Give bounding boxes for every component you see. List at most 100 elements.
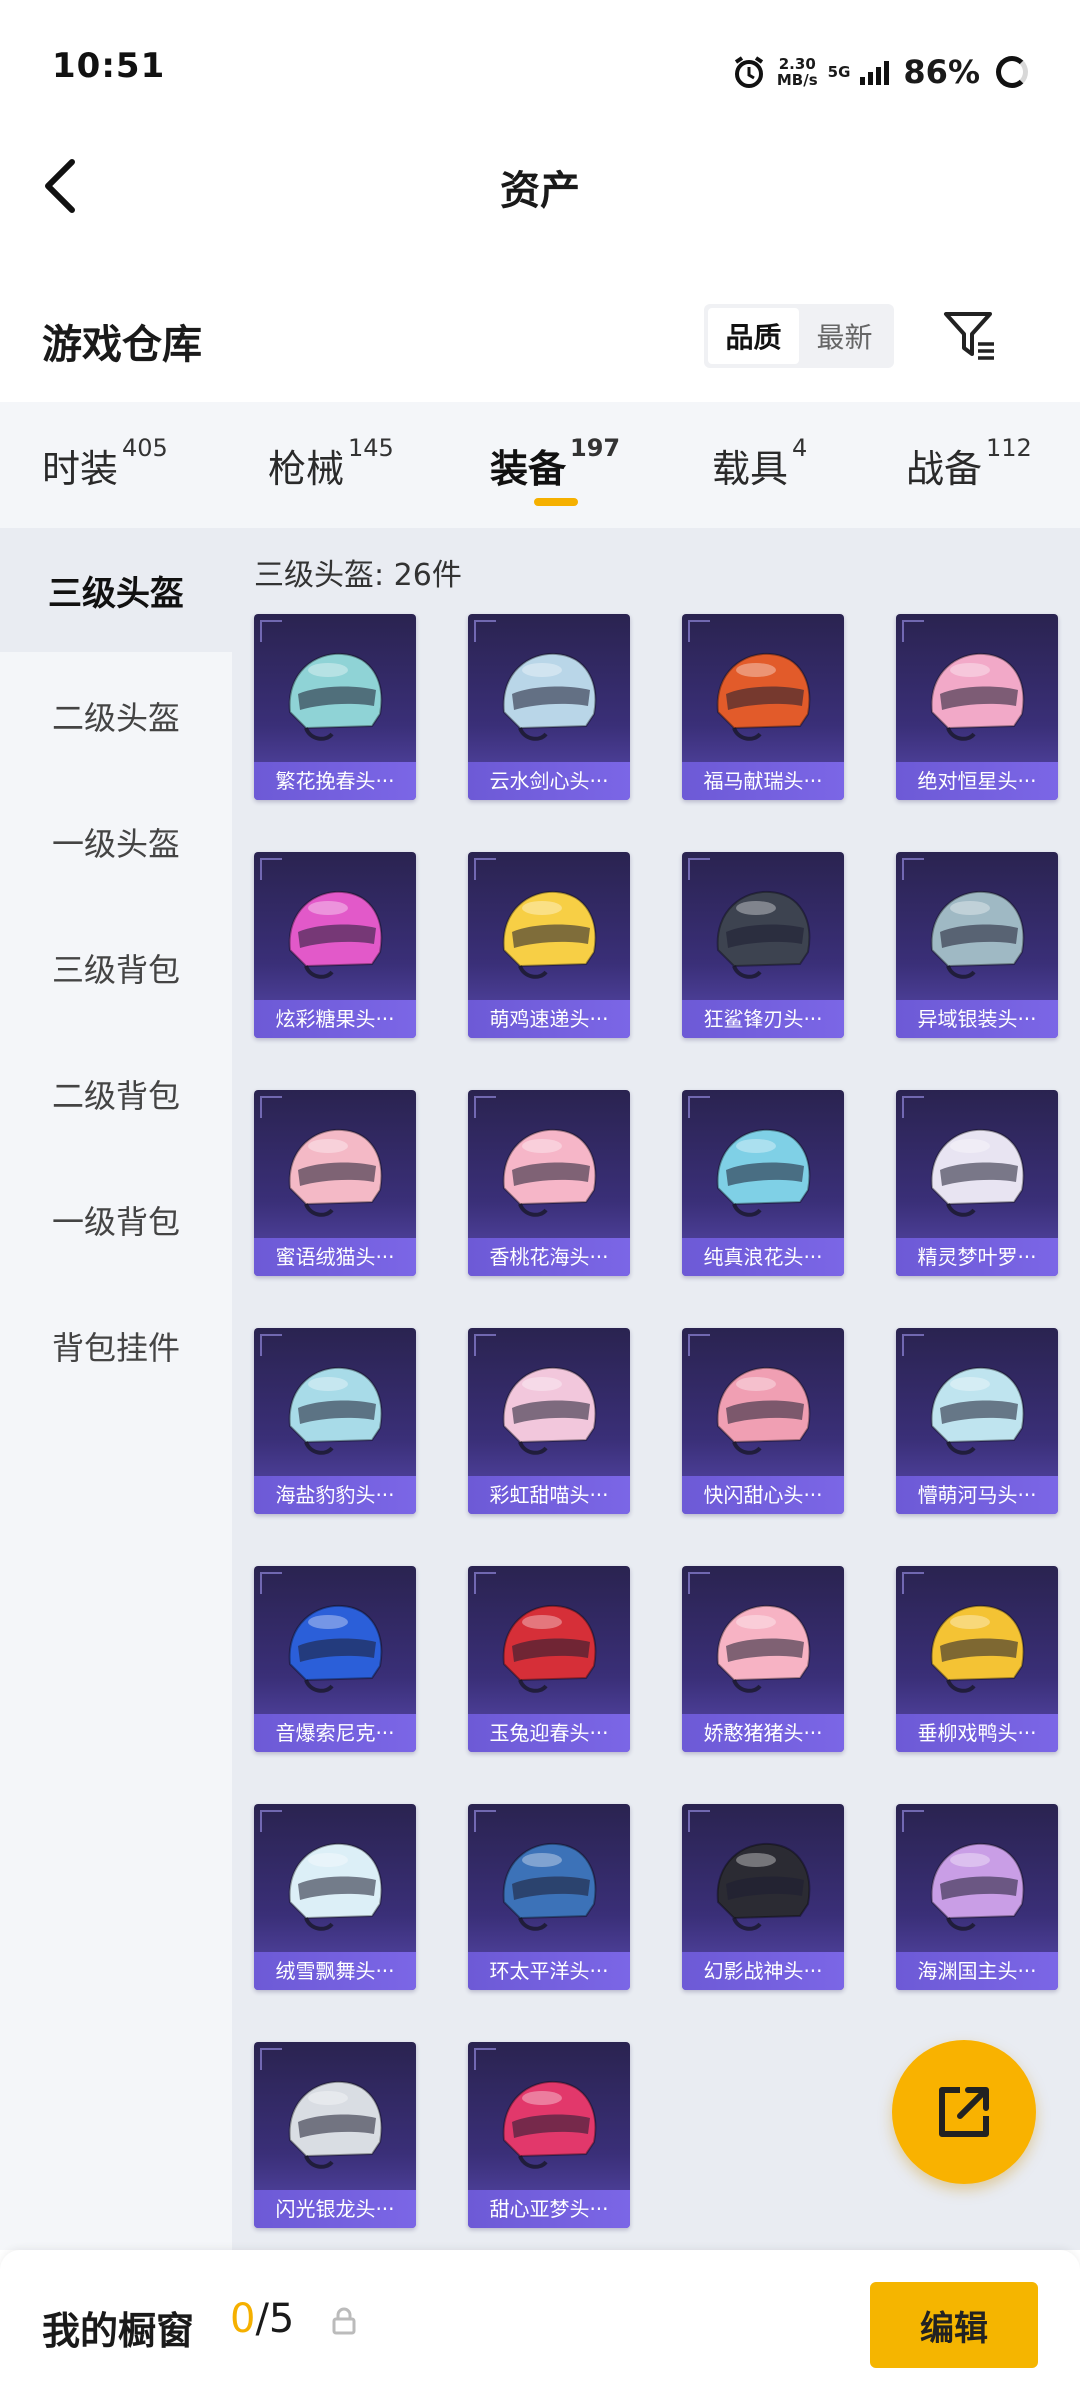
net-speed-unit: MB/s: [776, 71, 818, 89]
item-card[interactable]: 精灵梦叶罗···: [896, 1090, 1058, 1276]
helmet-icon: [288, 1128, 383, 1217]
item-card-name: 云水剑心头···: [468, 762, 630, 800]
helmet-icon: [716, 1128, 811, 1217]
sort-toggle: 品质 最新: [704, 304, 894, 368]
item-card[interactable]: 绒雪飘舞头···: [254, 1804, 416, 1990]
helmet-icon: [930, 1366, 1025, 1455]
item-card[interactable]: 快闪甜心头···: [682, 1328, 844, 1514]
tab-supplies[interactable]: 战备 112: [906, 434, 1032, 493]
item-card-name: 音爆索尼克···: [254, 1714, 416, 1752]
tab-weapons[interactable]: 枪械 145: [268, 434, 394, 493]
item-card[interactable]: 炫彩糖果头···: [254, 852, 416, 1038]
tab-count: 145: [348, 434, 394, 462]
sidebar-item-level3-backpack[interactable]: 三级背包: [0, 906, 232, 1030]
sidebar-item-level2-helmet[interactable]: 二级头盔: [0, 654, 232, 778]
showcase-current: 0: [230, 2296, 256, 2342]
tab-label: 载具: [712, 447, 789, 491]
showcase-label: 我的橱窗: [42, 2309, 195, 2353]
item-card[interactable]: 环太平洋头···: [468, 1804, 630, 1990]
showcase-count: 0/5: [230, 2296, 294, 2342]
item-card[interactable]: 香桃花海头···: [468, 1090, 630, 1276]
share-export-icon: [939, 2087, 989, 2137]
item-card[interactable]: 纯真浪花头···: [682, 1090, 844, 1276]
item-card[interactable]: 狂鲨锋刃头···: [682, 852, 844, 1038]
item-count-label: 三级头盔: 26件: [254, 558, 462, 593]
item-card-name: 懵萌河马头···: [896, 1476, 1058, 1514]
item-card-name: 精灵梦叶罗···: [896, 1238, 1058, 1276]
item-card[interactable]: 海渊国主头···: [896, 1804, 1058, 1990]
item-card[interactable]: 彩虹甜喵头···: [468, 1328, 630, 1514]
alarm-icon: [734, 56, 763, 88]
item-card-name: 福马献瑞头···: [682, 762, 844, 800]
tab-vehicles[interactable]: 载具 4: [712, 434, 807, 493]
item-card[interactable]: 垂柳戏鸭头···: [896, 1566, 1058, 1752]
item-card-name: 异域银装头···: [896, 1000, 1058, 1038]
item-card-name: 甜心亚梦头···: [468, 2190, 630, 2228]
active-tab-indicator: [534, 498, 578, 506]
item-card[interactable]: 蜜语绒猫头···: [254, 1090, 416, 1276]
sidebar-item-level3-helmet[interactable]: 三级头盔: [0, 528, 232, 652]
item-card-name: 纯真浪花头···: [682, 1238, 844, 1276]
item-card[interactable]: 云水剑心头···: [468, 614, 630, 800]
item-card[interactable]: 娇憨猪猪头···: [682, 1566, 844, 1752]
helmet-icon: [502, 1604, 597, 1693]
sort-quality-button[interactable]: 品质: [708, 308, 799, 364]
filter-button[interactable]: [940, 308, 1000, 364]
helmet-icon: [502, 890, 597, 979]
sidebar-item-backpack-pendant[interactable]: 背包挂件: [0, 1284, 232, 1408]
helmet-icon: [288, 890, 383, 979]
item-card-name: 狂鲨锋刃头···: [682, 1000, 844, 1038]
item-card-name: 玉兔迎春头···: [468, 1714, 630, 1752]
tab-label: 时装: [42, 447, 119, 491]
edit-button[interactable]: 编辑: [870, 2282, 1038, 2368]
item-card[interactable]: 异域银装头···: [896, 852, 1058, 1038]
helmet-icon: [288, 652, 383, 741]
item-card-name: 幻影战神头···: [682, 1952, 844, 1990]
item-card-name: 闪光银龙头···: [254, 2190, 416, 2228]
tab-equipment[interactable]: 装备 197: [490, 434, 620, 493]
helmet-icon: [288, 2080, 383, 2169]
sidebar-item-level1-helmet[interactable]: 一级头盔: [0, 780, 232, 904]
item-card[interactable]: 甜心亚梦头···: [468, 2042, 630, 2228]
item-card-name: 垂柳戏鸭头···: [896, 1714, 1058, 1752]
item-card-name: 繁花挽春头···: [254, 762, 416, 800]
page-title: 资产: [500, 168, 580, 214]
lock-icon: [332, 2307, 356, 2335]
helmet-icon: [502, 2080, 597, 2169]
helmet-icon: [502, 1128, 597, 1217]
share-button[interactable]: [892, 2040, 1036, 2184]
helmet-icon: [716, 1842, 811, 1931]
tab-count: 112: [986, 434, 1032, 462]
item-card[interactable]: 海盐豹豹头···: [254, 1328, 416, 1514]
item-card-name: 绝对恒星头···: [896, 762, 1058, 800]
category-tabs: 时装 405 枪械 145 装备 197 载具 4 战备 112: [0, 402, 1080, 528]
tab-fashion[interactable]: 时装 405: [42, 434, 168, 493]
tab-count: 197: [570, 434, 621, 462]
battery-level: 86%: [903, 53, 980, 91]
item-card[interactable]: 福马献瑞头···: [682, 614, 844, 800]
helmet-icon: [930, 1604, 1025, 1693]
item-card[interactable]: 玉兔迎春头···: [468, 1566, 630, 1752]
helmet-icon: [288, 1604, 383, 1693]
helmet-icon: [502, 652, 597, 741]
helmet-icon: [716, 1604, 811, 1693]
item-card-name: 海渊国主头···: [896, 1952, 1058, 1990]
item-card[interactable]: 懵萌河马头···: [896, 1328, 1058, 1514]
item-card-name: 萌鸡速递头···: [468, 1000, 630, 1038]
item-grid: 三级头盔: 26件 繁花挽春头··· 云水剑心头··· 福马献瑞头··· 绝对恒星头·…: [232, 528, 1080, 2250]
helmet-icon: [502, 1366, 597, 1455]
tab-count: 4: [792, 434, 808, 462]
item-card-name: 彩虹甜喵头···: [468, 1476, 630, 1514]
sort-latest-button[interactable]: 最新: [799, 308, 890, 364]
sidebar-item-level2-backpack[interactable]: 二级背包: [0, 1032, 232, 1156]
item-card[interactable]: 闪光银龙头···: [254, 2042, 416, 2228]
item-card[interactable]: 幻影战神头···: [682, 1804, 844, 1990]
item-card[interactable]: 萌鸡速递头···: [468, 852, 630, 1038]
sidebar-item-level1-backpack[interactable]: 一级背包: [0, 1158, 232, 1282]
item-card[interactable]: 绝对恒星头···: [896, 614, 1058, 800]
item-card[interactable]: 繁花挽春头···: [254, 614, 416, 800]
item-card-name: 香桃花海头···: [468, 1238, 630, 1276]
helmet-icon: [502, 1842, 597, 1931]
item-card[interactable]: 音爆索尼克···: [254, 1566, 416, 1752]
helmet-icon: [288, 1842, 383, 1931]
